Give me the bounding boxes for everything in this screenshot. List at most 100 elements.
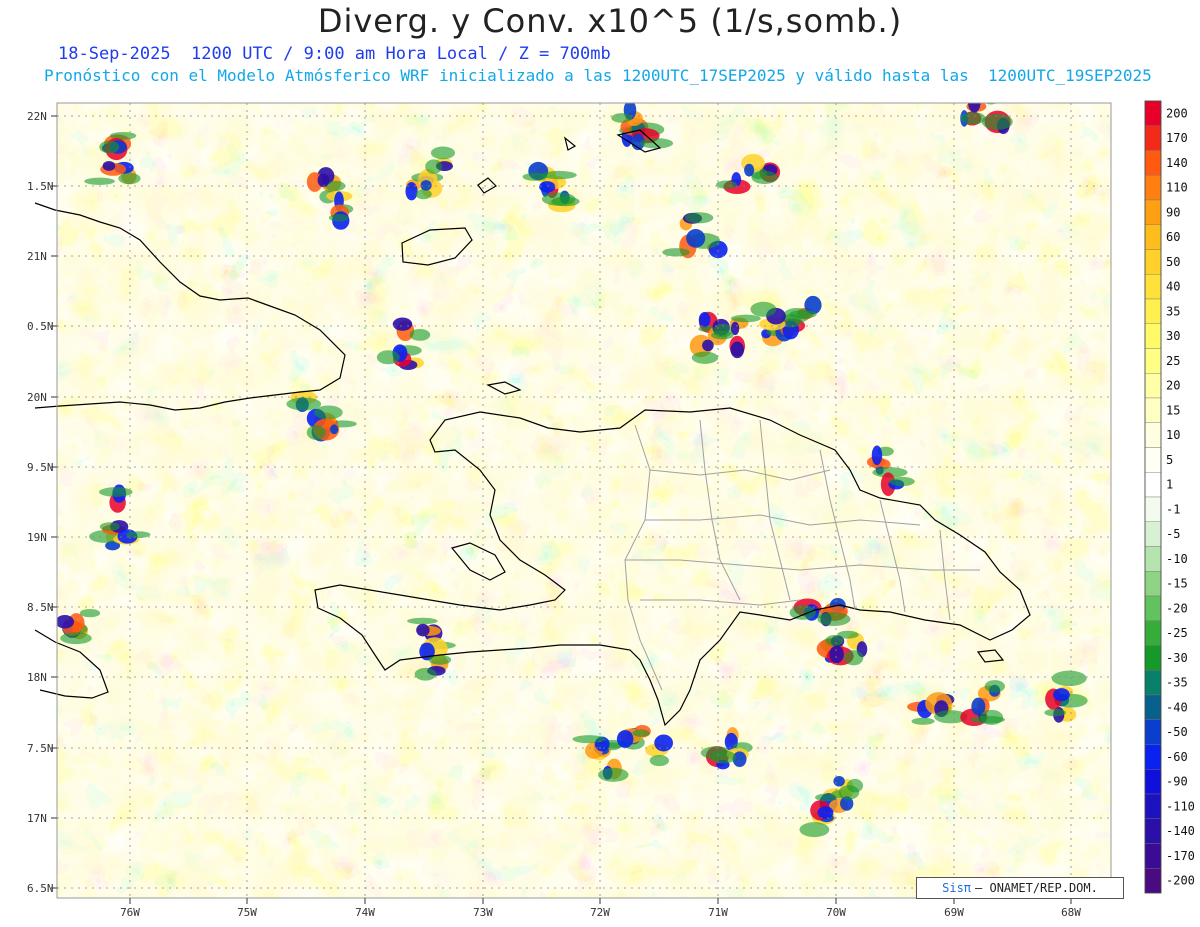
colorbar: 200 170 140 110 90 60 50 40 35 30 25 20 15 10 5 1 -1 -5 -1… <box>1144 100 1195 894</box>
convergence-band <box>984 680 1005 693</box>
colorbar-swatch <box>1144 744 1162 770</box>
colorbar-label: 1 <box>1166 478 1173 492</box>
convergence-cell <box>702 339 714 352</box>
colorbar-swatch <box>1144 521 1162 547</box>
convergence-cell <box>329 424 339 435</box>
convergence-band <box>314 405 343 420</box>
longitude-labels: 76W 75W 74W 73W 72W 71W 70W 69W 68W <box>120 898 1081 919</box>
convergence-band <box>79 608 101 618</box>
colorbar-swatch <box>1144 620 1162 646</box>
lon-label: 68W <box>1061 906 1081 919</box>
colorbar-swatch <box>1144 150 1162 176</box>
convergence-cell <box>698 311 711 328</box>
colorbar-label: -60 <box>1166 750 1188 764</box>
colorbar-label: 90 <box>1166 205 1180 219</box>
colorbar-swatch <box>1144 595 1162 621</box>
colorbar-label: 40 <box>1166 280 1180 294</box>
lat-label: 17N <box>27 812 47 825</box>
colorbar-swatch <box>1144 472 1162 498</box>
convergence-band <box>415 189 432 200</box>
convergence-band <box>84 177 115 185</box>
colorbar-swatch <box>1144 323 1162 349</box>
convergence-band <box>286 397 322 411</box>
convergence-band <box>838 785 860 800</box>
convergence-band <box>118 172 141 185</box>
lat-label: 8.5N <box>27 601 54 614</box>
convergence-band <box>632 729 650 737</box>
convergence-cell <box>57 614 75 629</box>
convergence-band <box>751 170 778 185</box>
convergence-band <box>598 767 629 782</box>
convergence-cell <box>686 229 706 248</box>
colorbar-swatch <box>1144 546 1162 572</box>
convergence-band <box>541 170 577 180</box>
lon-label: 73W <box>473 906 493 919</box>
convergence-band <box>961 111 986 125</box>
convergence-band <box>799 822 830 838</box>
divergence-map: 22N 1.5N 21N 0.5N 20N 9.5N 19N 8.5N 18N 7.5N 17N 6.… <box>27 100 1195 919</box>
colorbar-label: -35 <box>1166 676 1188 690</box>
convergence-cell <box>654 734 673 752</box>
colorbar-swatch <box>1144 670 1162 696</box>
colorbar-label: 5 <box>1166 453 1173 467</box>
convergence-band <box>541 192 576 206</box>
colorbar-swatch <box>1144 422 1162 448</box>
colorbar-swatch <box>1144 298 1162 324</box>
colorbar-swatch <box>1144 818 1162 844</box>
convergence-cell <box>616 730 634 748</box>
convergence-band <box>99 140 120 154</box>
convergence-band <box>981 113 1013 130</box>
convergence-band <box>99 522 120 532</box>
lat-label: 19N <box>27 531 47 544</box>
convergence-cell <box>405 182 418 201</box>
colorbar-label: -170 <box>1166 849 1195 863</box>
latitude-labels: 22N 1.5N 21N 0.5N 20N 9.5N 19N 8.5N 18N 7.5N 17N 6.… <box>27 110 57 895</box>
lon-label: 72W <box>590 906 610 919</box>
lon-label: 74W <box>355 906 375 919</box>
convergence-band <box>710 750 737 764</box>
convergence-cell <box>317 173 330 188</box>
convergence-band <box>1044 708 1067 717</box>
lat-label: 20N <box>27 391 47 404</box>
colorbar-swatch <box>1144 447 1162 473</box>
convergence-band <box>414 667 437 681</box>
convergence-cell <box>420 180 432 191</box>
convergence-band <box>649 754 669 767</box>
colorbar-label: 60 <box>1166 230 1180 244</box>
convergence-band <box>684 212 714 224</box>
convergence-cell <box>833 775 845 787</box>
convergence-cell <box>1053 688 1070 702</box>
convergence-band <box>716 180 737 189</box>
colorbar-swatch <box>1144 496 1162 522</box>
lat-label: 18N <box>27 671 47 684</box>
credit-text: – ONAMET/REP.DOM. <box>975 881 1098 895</box>
convergence-band <box>376 350 400 365</box>
colorbar-label: 35 <box>1166 304 1180 318</box>
convergence-band <box>328 214 349 222</box>
convergence-cell <box>829 645 844 664</box>
convergence-cell <box>102 160 116 171</box>
colorbar-label: -200 <box>1166 874 1195 888</box>
convergence-band <box>750 301 777 317</box>
convergence-cell <box>730 341 744 359</box>
convergence-band <box>306 425 326 440</box>
convergence-band <box>611 113 633 123</box>
lat-label: 21N <box>27 250 47 263</box>
colorbar-label: -40 <box>1166 700 1188 714</box>
colorbar-label: 10 <box>1166 428 1180 442</box>
convergence-cell <box>744 163 755 177</box>
lat-label: 9.5N <box>27 461 54 474</box>
colorbar-swatch <box>1144 348 1162 374</box>
lat-label: 0.5N <box>27 320 54 333</box>
colorbar-label: -110 <box>1166 799 1195 813</box>
colorbar-swatch <box>1144 249 1162 275</box>
colorbar-label: 25 <box>1166 354 1180 368</box>
convergence-cell <box>817 806 834 820</box>
lon-label: 70W <box>826 906 846 919</box>
colorbar-label: 200 <box>1166 106 1188 120</box>
convergence-band <box>60 632 92 645</box>
convergence-band <box>407 617 438 625</box>
divergence-field <box>57 103 1111 898</box>
convergence-band <box>844 650 864 666</box>
colorbar-swatch <box>1144 100 1162 126</box>
